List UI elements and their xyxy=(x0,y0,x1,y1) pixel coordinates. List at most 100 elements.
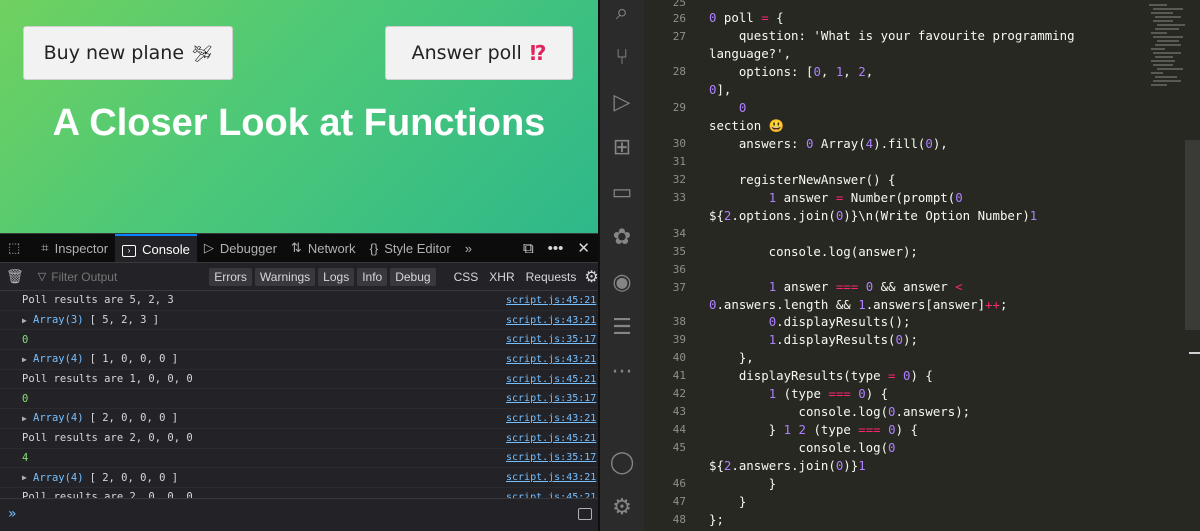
line-number: 47 xyxy=(672,495,686,508)
more-icon[interactable]: ··· xyxy=(600,360,644,385)
code-line: registerNewAnswer() { xyxy=(709,172,896,187)
interrobang-icon: ⁉ xyxy=(529,41,547,65)
console-input[interactable]: » xyxy=(0,498,598,529)
list-icon[interactable]: ☰ xyxy=(600,315,644,340)
tab-style-editor[interactable]: {} Style Editor xyxy=(363,234,458,262)
paw-icon[interactable]: ✿ xyxy=(600,225,644,250)
console-message: Poll results are 1, 0, 0, 0 xyxy=(22,373,193,386)
buy-plane-button[interactable]: Buy new plane 🛩 xyxy=(23,26,233,80)
expand-triangle-icon[interactable]: ▶ xyxy=(22,414,27,423)
close-icon[interactable]: ✕ xyxy=(577,239,590,257)
filter-errors-button[interactable]: Errors xyxy=(209,267,252,286)
account-icon[interactable]: ◯ xyxy=(600,450,644,475)
tab-inspector[interactable]: ⌗ Inspector xyxy=(34,234,115,262)
minimap-line xyxy=(1149,4,1167,6)
run-debug-icon[interactable]: ▷ xyxy=(600,90,644,115)
pick-element-button[interactable]: ⬚ xyxy=(0,234,34,262)
tab-console-label: Console xyxy=(142,241,190,257)
line-number: 40 xyxy=(672,351,686,364)
minimap-line xyxy=(1153,20,1173,22)
source-location-link[interactable]: script.js:35:17 xyxy=(506,393,598,404)
line-number: 33 xyxy=(672,191,686,204)
expand-triangle-icon[interactable]: ▶ xyxy=(22,355,27,364)
answer-poll-label: Answer poll xyxy=(411,42,522,64)
filter-requests-button[interactable]: Requests xyxy=(526,270,577,284)
line-number: 28 xyxy=(672,65,686,78)
filter-output-input[interactable] xyxy=(51,269,207,284)
code-line: 1 answer === 0 && answer < xyxy=(768,279,963,294)
console-row: Poll results are 5, 2, 3 script.js:45:21 xyxy=(0,291,598,311)
array-items: [ 1, 0, 0, 0 ] xyxy=(89,353,179,366)
code-line: 0 poll = { xyxy=(709,10,784,25)
source-location-link[interactable]: script.js:43:21 xyxy=(506,413,598,424)
source-location-link[interactable]: script.js:45:21 xyxy=(506,295,598,306)
buy-plane-label: Buy new plane xyxy=(43,42,185,64)
source-location-link[interactable]: script.js:45:21 xyxy=(506,433,598,444)
answer-poll-button[interactable]: Answer poll ⁉ xyxy=(385,26,573,80)
tab-console[interactable]: › Console xyxy=(115,234,197,262)
expand-triangle-icon[interactable]: ▶ xyxy=(22,473,27,482)
line-number: 34 xyxy=(672,227,686,240)
console-row: ▶ Array(3) [ 5, 2, 3 ] script.js:43:21 xyxy=(0,311,598,331)
line-number: 36 xyxy=(672,263,686,276)
minimap-line xyxy=(1151,48,1165,50)
gear-icon[interactable]: ⚙ xyxy=(584,267,598,287)
tab-debugger[interactable]: ▷ Debugger xyxy=(197,234,284,262)
github-icon[interactable]: ◉ xyxy=(600,270,644,295)
source-location-link[interactable]: script.js:43:21 xyxy=(506,472,598,483)
source-location-link[interactable]: script.js:43:21 xyxy=(506,354,598,365)
console-message: Array(4) [ 2, 0, 0, 0 ] xyxy=(22,412,506,424)
minimap[interactable] xyxy=(1149,0,1185,90)
code-line: 0.answers.length && 1.answers[answer]++; xyxy=(709,297,1008,312)
code-line: console.log(0 xyxy=(709,440,896,455)
style-editor-icon: {} xyxy=(369,240,379,256)
code-line: language?', xyxy=(709,46,792,61)
console-row: ▶ Array(4) [ 2, 0, 0, 0 ] script.js:43:21 xyxy=(0,468,598,488)
array-type-label: Array(3) xyxy=(33,314,84,327)
line-number: 31 xyxy=(672,155,686,168)
filter-logs-button[interactable]: Logs xyxy=(318,267,355,286)
code-line: 1 (type === 0) { xyxy=(768,386,889,401)
source-location-link[interactable]: script.js:45:21 xyxy=(506,374,598,385)
more-tabs-button[interactable]: » xyxy=(458,234,485,262)
line-number: 37 xyxy=(672,281,686,294)
source-location-link[interactable]: script.js:35:17 xyxy=(506,452,598,463)
code-editor[interactable]: 25 26 27 28 29 30 31 32 33 34 35 36 37 38 39 40 41 42 43 44… xyxy=(644,0,1200,531)
search-icon[interactable]: ⌕ xyxy=(600,0,644,25)
filter-xhr-button[interactable]: XHR xyxy=(489,270,514,284)
inspector-icon: ⌗ xyxy=(41,240,49,255)
minimap-line xyxy=(1157,24,1185,26)
extensions-icon[interactable]: ⊞ xyxy=(600,135,644,160)
code-line: }; xyxy=(709,512,724,527)
line-number: 26 xyxy=(672,12,686,25)
more-options-icon[interactable]: ••• xyxy=(548,240,564,257)
editor-mode-icon[interactable] xyxy=(578,508,592,520)
remote-explorer-icon[interactable]: ▭ xyxy=(600,180,644,205)
console-row: ▶ Array(4) [ 2, 0, 0, 0 ] script.js:43:21 xyxy=(0,409,598,429)
filter-css-button[interactable]: CSS xyxy=(454,270,479,284)
code-line: answers: 0 Array(4).fill(0), xyxy=(709,136,948,151)
trash-icon[interactable]: 🗑 xyxy=(6,268,24,285)
source-control-icon[interactable]: ⑂ xyxy=(600,45,644,70)
settings-gear-icon[interactable]: ⚙ xyxy=(600,495,644,520)
console-message: Array(4) [ 2, 0, 0, 0 ] xyxy=(22,472,506,484)
expand-triangle-icon[interactable]: ▶ xyxy=(22,316,27,325)
tab-debugger-label: Debugger xyxy=(219,240,277,256)
dock-icon[interactable]: ⧉ xyxy=(523,240,534,257)
source-location-link[interactable]: script.js:43:21 xyxy=(506,315,598,326)
filter-info-button[interactable]: Info xyxy=(357,267,388,286)
tab-network[interactable]: ⇅ Network xyxy=(284,234,363,262)
console-row: Poll results are 2, 0, 0, 0 script.js:45:… xyxy=(0,488,598,498)
minimap-line xyxy=(1155,56,1173,58)
filter-warnings-button[interactable]: Warnings xyxy=(254,267,316,286)
page-title: A Closer Look at Functions xyxy=(52,102,546,144)
scrollbar[interactable] xyxy=(1185,140,1200,330)
minimap-line xyxy=(1153,64,1173,66)
minimap-line xyxy=(1155,16,1181,18)
line-number: 46 xyxy=(672,477,686,490)
line-number: 42 xyxy=(672,387,686,400)
source-location-link[interactable]: script.js:35:17 xyxy=(506,334,598,345)
filter-debug-button[interactable]: Debug xyxy=(390,267,436,286)
tab-inspector-label: Inspector xyxy=(54,240,109,256)
line-number: 35 xyxy=(672,245,686,258)
